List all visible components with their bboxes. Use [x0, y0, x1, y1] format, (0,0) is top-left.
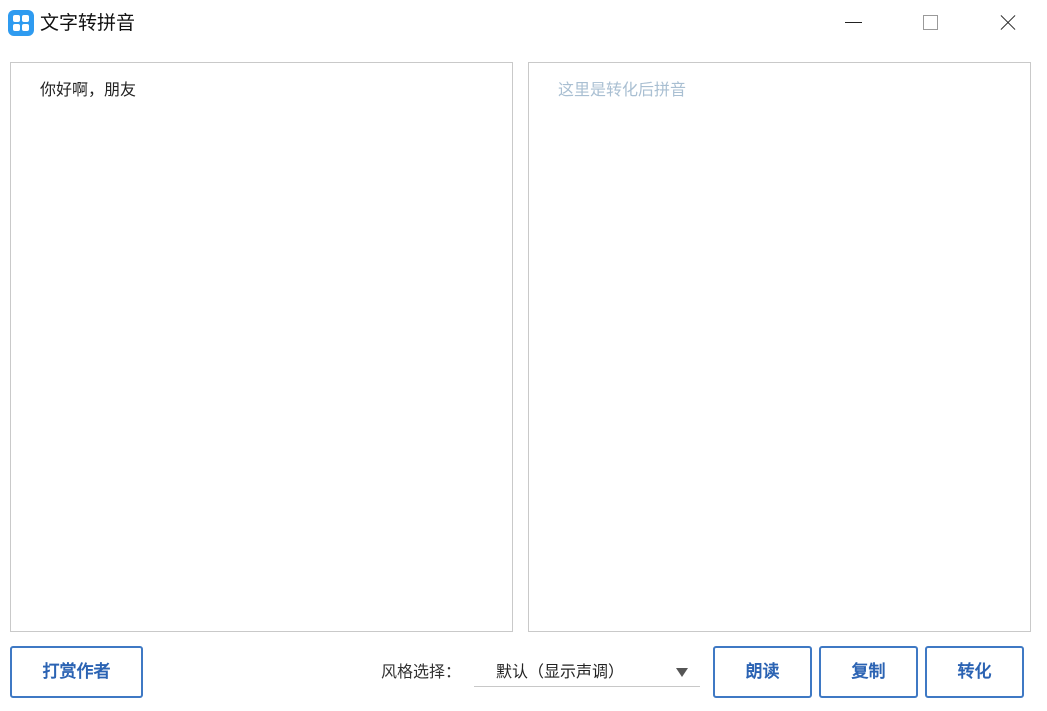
title-bar[interactable]: 文字转拼音: [0, 0, 1047, 46]
style-select-dropdown[interactable]: 默认（显示声调）: [474, 657, 700, 687]
source-text-area[interactable]: 你好啊，朋友: [10, 62, 513, 632]
chevron-down-icon[interactable]: [676, 668, 688, 677]
read-aloud-button[interactable]: 朗读: [713, 646, 812, 698]
minimize-icon[interactable]: [836, 8, 872, 38]
app-grid-icon: [8, 10, 34, 36]
close-icon[interactable]: [990, 8, 1026, 38]
copy-button[interactable]: 复制: [819, 646, 918, 698]
window-title: 文字转拼音: [40, 12, 136, 34]
maximize-icon[interactable]: [912, 8, 948, 38]
source-text-value: 你好啊，朋友: [40, 80, 137, 99]
style-select-label: 风格选择：: [381, 662, 462, 681]
app-window: 文字转拼音 你好啊，朋友 这里是转化后拼音 打赏作者 风格选择： 默认（显示声调…: [0, 0, 1047, 711]
reward-author-button[interactable]: 打赏作者: [10, 646, 143, 698]
style-select-value: 默认（显示声调）: [496, 662, 625, 681]
pinyin-output-area[interactable]: 这里是转化后拼音: [528, 62, 1031, 632]
pinyin-output-placeholder: 这里是转化后拼音: [558, 80, 687, 99]
convert-button[interactable]: 转化: [925, 646, 1024, 698]
